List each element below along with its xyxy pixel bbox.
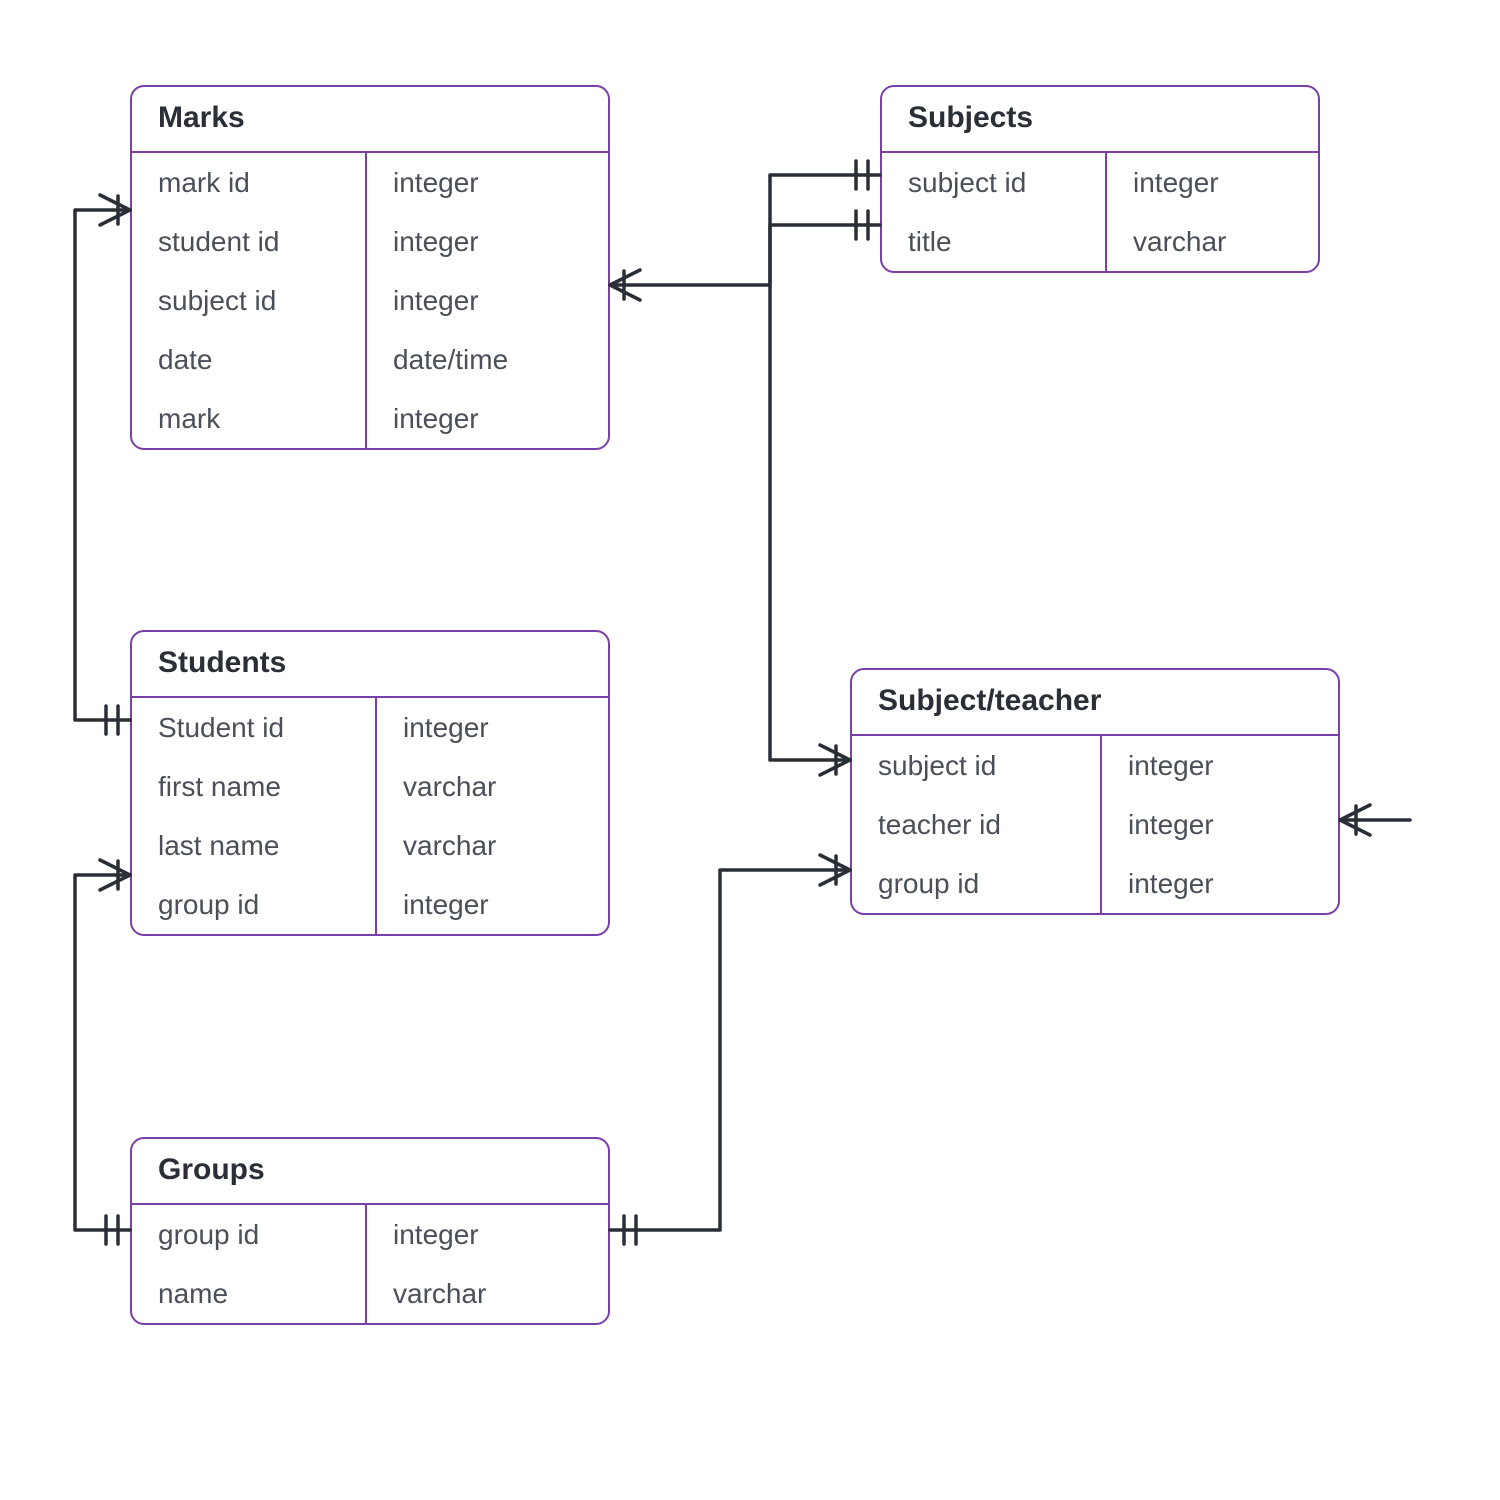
rel-groups-subjectteacher [610,855,850,1244]
field-name: title [882,212,1105,271]
field-name: subject id [132,271,365,330]
entity-title: Subject/teacher [852,670,1338,736]
field-name: mark [132,389,365,448]
field-type: integer [367,389,608,448]
rel-teachers-subjectteacher [1340,805,1410,835]
field-name: name [132,1264,365,1323]
field-type: integer [377,698,608,757]
field-type: varchar [367,1264,608,1323]
field-name: Student id [132,698,375,757]
entity-groups: Groups group id name integer varchar [130,1137,610,1325]
entity-title: Students [132,632,608,698]
rel-students-marks [75,195,130,734]
entity-title: Subjects [882,87,1318,153]
entity-subjects: Subjects subject id title integer varcha… [880,85,1320,273]
field-type: varchar [377,757,608,816]
field-name: mark id [132,153,365,212]
rel-groups-students [75,860,130,1244]
field-type: integer [367,1205,608,1264]
field-type: date/time [367,330,608,389]
entity-title: Groups [132,1139,608,1205]
rel-subjects-marks [610,161,880,300]
field-name: date [132,330,365,389]
field-name: first name [132,757,375,816]
field-type: varchar [377,816,608,875]
field-type: integer [377,875,608,934]
field-type: varchar [1107,212,1318,271]
entity-subject-teacher: Subject/teacher subject id teacher id gr… [850,668,1340,915]
field-name: group id [132,1205,365,1264]
entity-students: Students Student id first name last name… [130,630,610,936]
field-name: student id [132,212,365,271]
field-type: integer [1102,854,1338,913]
field-type: integer [367,271,608,330]
field-type: integer [367,212,608,271]
field-type: integer [1107,153,1318,212]
field-name: group id [852,854,1100,913]
field-name: last name [132,816,375,875]
field-name: subject id [882,153,1105,212]
entity-marks: Marks mark id student id subject id date… [130,85,610,450]
field-type: integer [367,153,608,212]
field-name: group id [132,875,375,934]
field-name: subject id [852,736,1100,795]
field-name: teacher id [852,795,1100,854]
entity-title: Marks [132,87,608,153]
field-type: integer [1102,736,1338,795]
field-type: integer [1102,795,1338,854]
